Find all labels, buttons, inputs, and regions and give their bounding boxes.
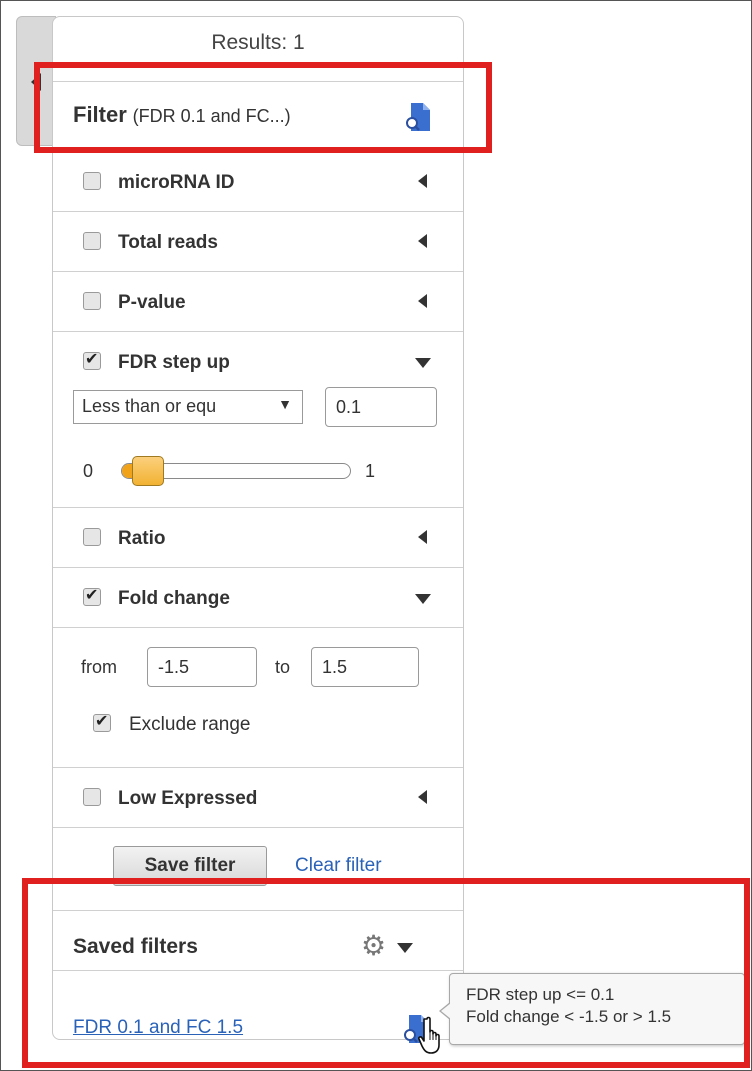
criterion-total-reads[interactable]: Total reads (53, 211, 463, 271)
criterion-fdr-step-up[interactable]: FDR step up (53, 331, 463, 385)
criterion-label: Total reads (118, 232, 218, 253)
clear-filter-link[interactable]: Clear filter (295, 855, 382, 877)
checkbox-p-value[interactable] (83, 292, 101, 310)
criterion-ratio[interactable]: Ratio (53, 507, 463, 567)
checkbox-fold-change[interactable] (83, 585, 101, 606)
fold-change-from-input[interactable] (147, 647, 257, 687)
criterion-label: microRNA ID (118, 172, 235, 193)
slider-max-label: 1 (365, 461, 376, 481)
checkbox-total-reads[interactable] (83, 232, 101, 250)
collapse-down-icon[interactable] (415, 594, 431, 604)
dropdown-arrow-icon: ▼ (278, 396, 292, 412)
fold-change-to-input[interactable] (311, 647, 419, 687)
checkbox-ratio[interactable] (83, 528, 101, 546)
criterion-low-expressed[interactable]: Low Expressed (53, 767, 463, 827)
fdr-slider-handle[interactable] (132, 456, 164, 486)
fdr-value-input[interactable] (325, 387, 437, 427)
criterion-label: P-value (118, 292, 186, 313)
expand-left-icon[interactable] (418, 790, 427, 804)
criterion-microrna-id[interactable]: microRNA ID (53, 151, 463, 211)
highlight-filter-header (34, 62, 492, 153)
to-label: to (275, 657, 291, 677)
exclude-range-label: Exclude range (129, 714, 251, 735)
exclude-range-checkbox[interactable] (93, 711, 111, 732)
from-label: from (81, 657, 117, 677)
expand-left-icon[interactable] (418, 234, 427, 248)
results-count: Results: 1 (211, 31, 305, 54)
highlight-saved-filters (22, 878, 750, 1068)
criterion-label: FDR step up (118, 352, 230, 373)
fdr-operator-value: Less than or equ (82, 396, 217, 416)
expand-left-icon[interactable] (418, 294, 427, 308)
criterion-fold-change[interactable]: Fold change (53, 567, 463, 627)
fdr-operator-select[interactable]: Less than or equ ▼ (73, 390, 303, 424)
criterion-label: Low Expressed (118, 788, 258, 809)
criterion-p-value[interactable]: P-value (53, 271, 463, 331)
checkbox-microrna-id[interactable] (83, 172, 101, 190)
collapse-down-icon[interactable] (415, 358, 431, 368)
slider-min-label: 0 (83, 461, 94, 481)
criterion-label: Fold change (118, 588, 230, 609)
checkbox-fdr-step-up[interactable] (83, 349, 101, 370)
expand-left-icon[interactable] (418, 174, 427, 188)
criterion-label: Ratio (118, 528, 166, 549)
checkbox-low-expressed[interactable] (83, 788, 101, 806)
expand-left-icon[interactable] (418, 530, 427, 544)
